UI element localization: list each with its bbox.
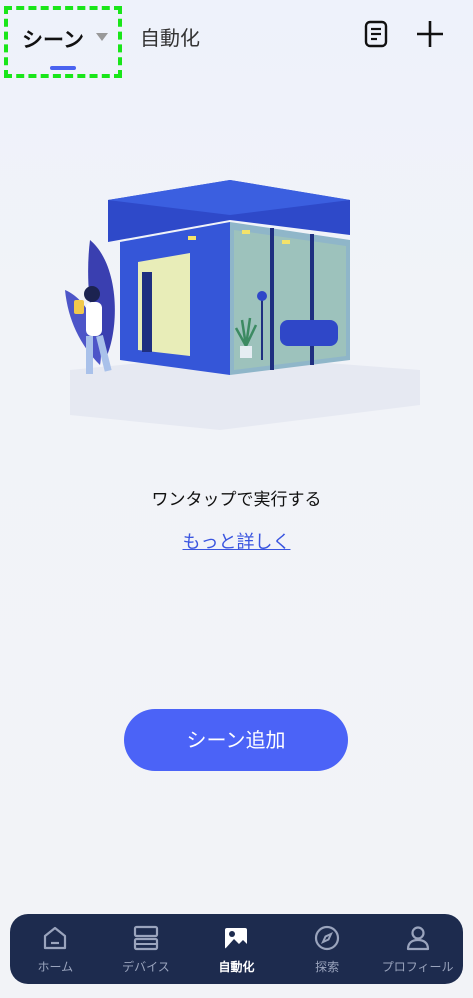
profile-icon xyxy=(406,926,429,951)
document-list-icon xyxy=(364,20,388,48)
top-bar: シーン 自動化 xyxy=(0,0,473,80)
empty-state-message: ワンタップで実行する xyxy=(151,490,322,510)
plus-icon xyxy=(417,21,443,47)
add-button[interactable] xyxy=(414,18,446,50)
nav-item-explore[interactable]: 探索 xyxy=(282,914,373,984)
nav-item-automation[interactable]: 自動化 xyxy=(191,914,282,984)
nav-label-automation: 自動化 xyxy=(218,960,255,974)
nav-item-profile[interactable]: プロフィール xyxy=(372,914,463,984)
nav-label-devices: デバイス xyxy=(122,960,170,974)
empty-state-illustration xyxy=(65,180,420,430)
tab-scenes[interactable]: シーン xyxy=(4,6,122,78)
learn-more-link[interactable]: もっと詳しく xyxy=(0,528,473,554)
nav-label-explore: 探索 xyxy=(315,960,340,974)
nav-item-home[interactable]: ホーム xyxy=(10,914,101,984)
log-button[interactable] xyxy=(362,20,390,48)
nav-label-home: ホーム xyxy=(37,960,74,974)
automation-icon xyxy=(225,928,248,949)
nav-label-profile: プロフィール xyxy=(381,960,454,974)
bottom-nav: ホーム デバイス 自動化 探索 プロフィール xyxy=(10,914,463,984)
home-icon xyxy=(44,926,67,950)
compass-icon xyxy=(314,925,340,951)
chevron-down-icon[interactable] xyxy=(96,33,108,41)
active-tab-indicator xyxy=(50,66,76,70)
nav-item-devices[interactable]: デバイス xyxy=(101,914,192,984)
tab-scenes-label: シーン xyxy=(22,28,84,52)
devices-icon xyxy=(133,925,158,951)
add-scene-button[interactable]: シーン追加 xyxy=(124,709,348,771)
tab-automation[interactable]: 自動化 xyxy=(140,22,200,51)
